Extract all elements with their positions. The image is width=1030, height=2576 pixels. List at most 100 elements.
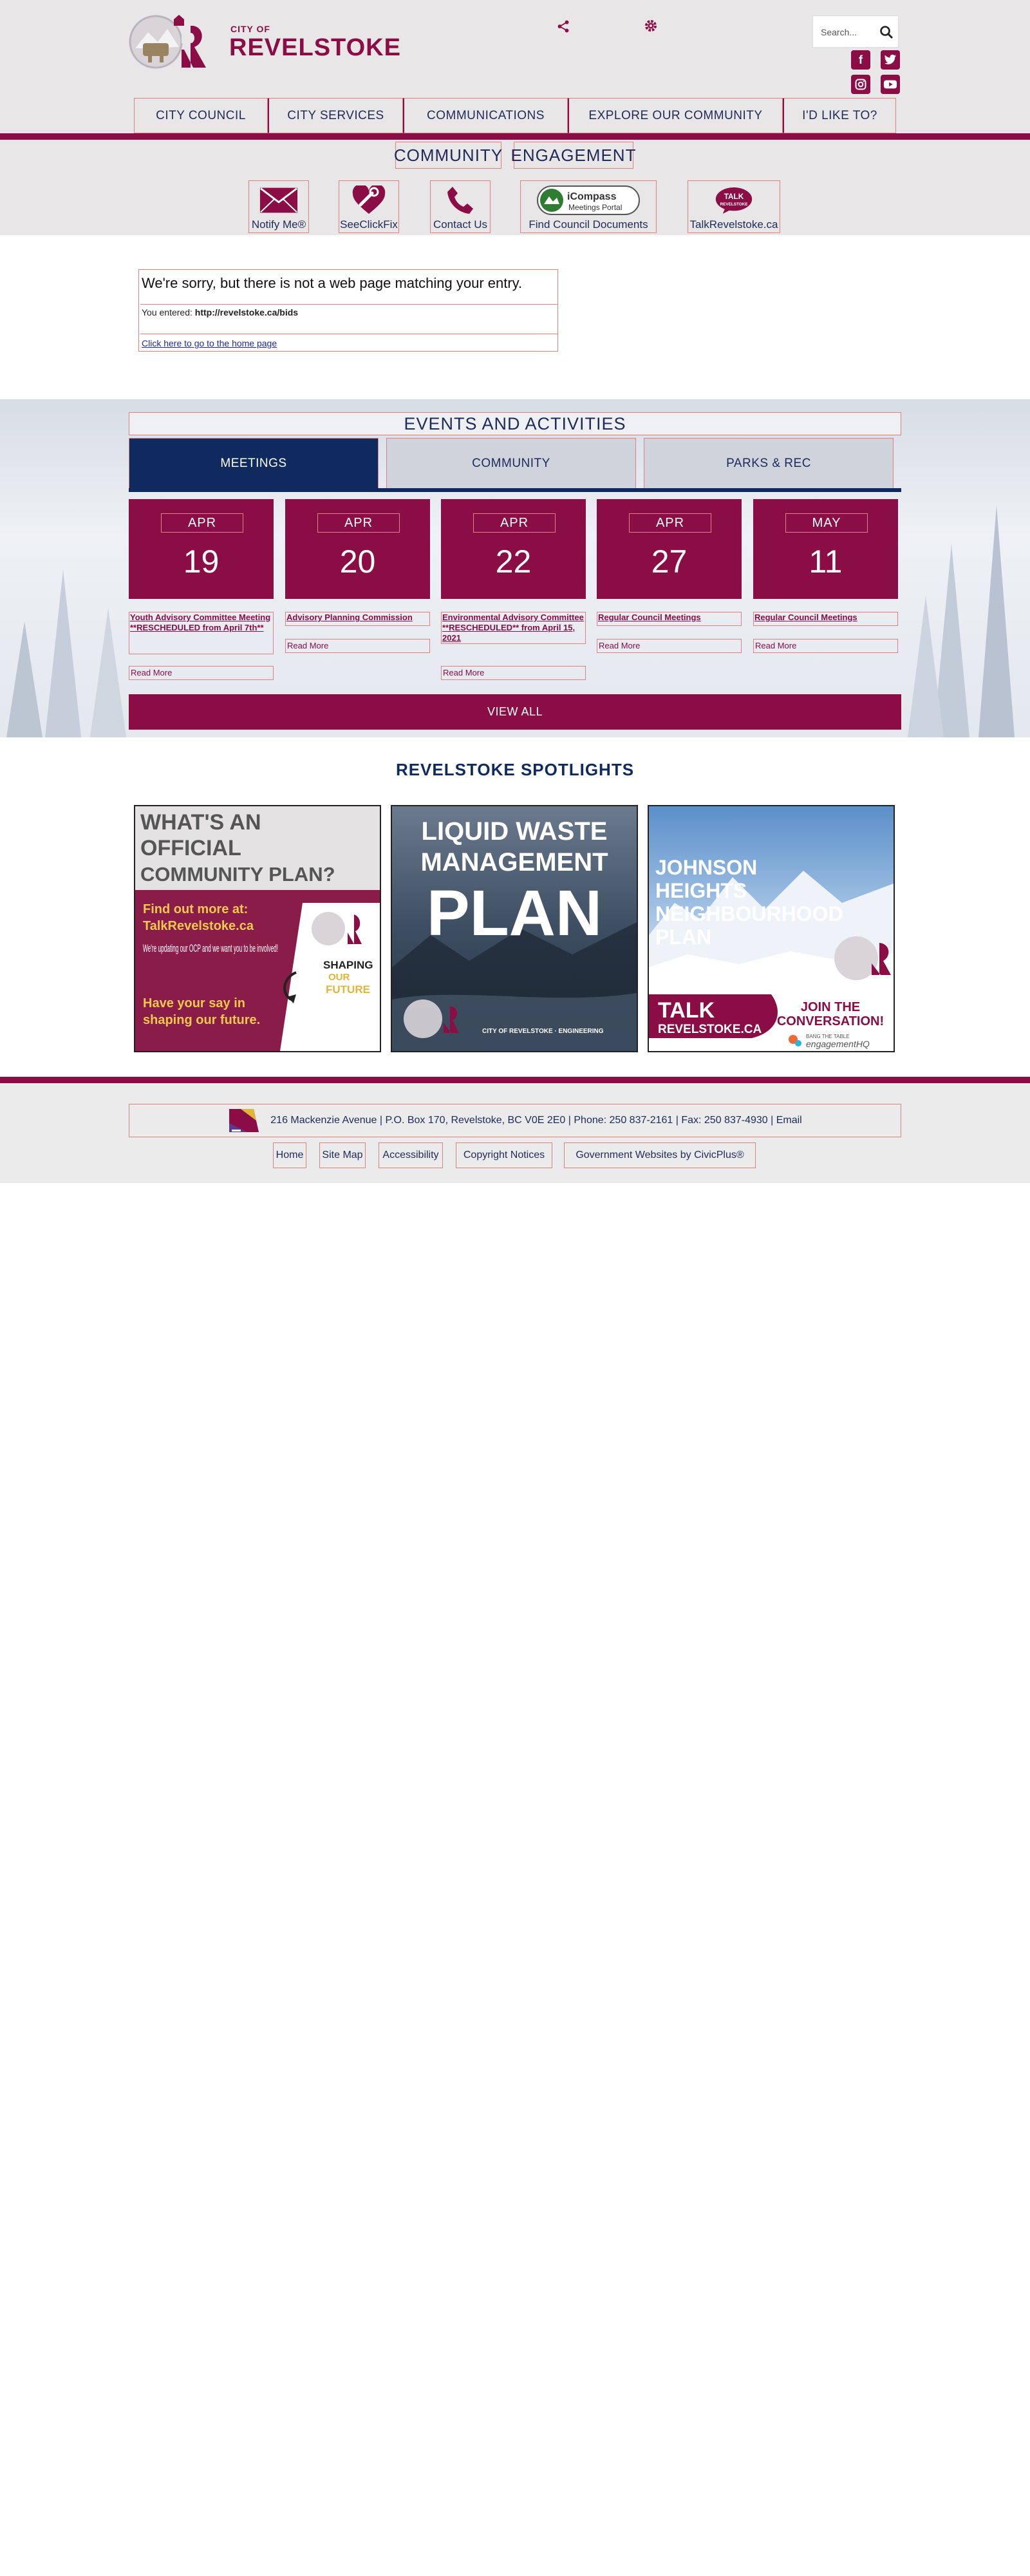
- jh-headline-4: PLAN: [655, 925, 711, 949]
- tab-community[interactable]: COMMUNITY: [386, 438, 636, 489]
- snow-tree-decoration: [45, 570, 81, 737]
- compass-icon: iCompass Meetings Portal: [536, 185, 641, 216]
- snow-tree-decoration: [908, 596, 944, 737]
- page-not-found-panel: We're sorry, but there is not a web page…: [138, 269, 558, 352]
- ocp-find-out: Find out more at:: [143, 902, 248, 916]
- ocp-headline-3: COMMUNITY PLAN?: [140, 863, 335, 886]
- footer-address: 216 Mackenzie Avenue | P.O. Box 170, Rev…: [270, 1115, 802, 1126]
- footer-logo-icon: [229, 1109, 259, 1132]
- home-page-link[interactable]: Click here to go to the home page: [140, 334, 557, 348]
- envelope-icon: [259, 185, 298, 216]
- community-heading: COMMUNITY: [394, 142, 502, 169]
- event-date-card[interactable]: APR 20: [285, 499, 430, 599]
- site-footer: 216 Mackenzie Avenue | P.O. Box 170, Rev…: [0, 1083, 1030, 1183]
- facebook-icon[interactable]: f: [851, 50, 870, 70]
- lw-headline-2: MANAGEMENT: [420, 848, 608, 876]
- youtube-icon[interactable]: [881, 75, 900, 94]
- ocp-headline-1: WHAT'S AN: [140, 810, 261, 835]
- revelstoke-logo-icon: [129, 15, 206, 69]
- read-more-link[interactable]: Read More: [129, 666, 274, 680]
- entered-label: You entered:: [142, 307, 195, 317]
- city-logo[interactable]: CITY OF REVELSTOKE: [129, 10, 406, 74]
- search-input[interactable]: [821, 25, 876, 39]
- quicklink-talkrevelstoke[interactable]: TALK REVELSTOKE TalkRevelstoke.ca: [688, 180, 780, 233]
- event-title-link[interactable]: Regular Council Meetings: [597, 612, 742, 626]
- quicklink-find-council-documents[interactable]: iCompass Meetings Portal Find Council Do…: [520, 180, 657, 233]
- ocp-cta-2: shaping our future.: [143, 1013, 260, 1027]
- ocp-body: We're updating our OCP and we want you t…: [143, 942, 278, 954]
- heart-wrench-icon: [350, 185, 388, 216]
- view-all-button[interactable]: VIEW ALL: [129, 694, 901, 730]
- event-title-link[interactable]: Advisory Planning Commission: [285, 612, 430, 626]
- engagement-heading: ENGAGEMENT: [511, 142, 635, 169]
- quicklink-notify-me[interactable]: Notify Me®: [248, 180, 309, 233]
- read-more-link[interactable]: Read More: [285, 639, 430, 653]
- read-more-link[interactable]: Read More: [441, 666, 586, 680]
- event-day: 22: [495, 544, 532, 580]
- liquid-waste-banner-image: LIQUID WASTE MANAGEMENT PLAN CITY OF REV…: [392, 806, 637, 1051]
- quicklink-contact-us[interactable]: Contact Us: [430, 180, 491, 233]
- lw-headline-3: PLAN: [427, 877, 602, 949]
- nav-explore-community[interactable]: EXPLORE OUR COMMUNITY: [568, 98, 783, 133]
- compass-badge-subtitle: Meetings Portal: [568, 203, 622, 212]
- talk-icon: TALK REVELSTOKE: [715, 185, 753, 216]
- footer-link-home[interactable]: Home: [273, 1142, 306, 1168]
- ocp-site: TalkRevelstoke.ca: [143, 919, 254, 933]
- nav-divider: [0, 133, 1030, 140]
- event-month: MAY: [785, 513, 868, 533]
- footer-link-accessibility[interactable]: Accessibility: [379, 1142, 443, 1168]
- event-month: APR: [629, 513, 711, 533]
- event-date-card[interactable]: MAY 11: [753, 499, 898, 599]
- ocp-logo-future: FUTURE: [326, 983, 370, 996]
- ocp-logo-shaping: SHAPING: [323, 959, 373, 971]
- jh-join-2: CONVERSATION!: [777, 1014, 884, 1028]
- footer-link-civicplus[interactable]: Government Websites by CivicPlus®: [564, 1142, 756, 1168]
- settings-button[interactable]: [642, 18, 659, 35]
- entered-url-row: You entered: http://revelstoke.ca/bids: [140, 305, 557, 334]
- share-button[interactable]: [555, 19, 572, 36]
- twitter-icon[interactable]: [881, 50, 900, 70]
- event-month: APR: [317, 513, 400, 533]
- footer-link-copyright[interactable]: Copyright Notices: [456, 1142, 552, 1168]
- search-box: [812, 15, 899, 48]
- read-more-link[interactable]: Read More: [753, 639, 898, 653]
- tab-underline: [129, 488, 901, 492]
- tab-parks-rec[interactable]: PARKS & REC: [644, 438, 894, 489]
- spotlight-liquid-waste-card[interactable]: LIQUID WASTE MANAGEMENT PLAN CITY OF REV…: [391, 805, 638, 1052]
- spotlight-johnson-heights-card[interactable]: JOHNSON HEIGHTS NEIGHBOURHOOD PLAN TALK …: [648, 805, 895, 1052]
- footer-contact: 216 Mackenzie Avenue | P.O. Box 170, Rev…: [129, 1104, 901, 1137]
- event-month: APR: [161, 513, 243, 533]
- event-day: 11: [809, 544, 843, 580]
- spotlight-ocp-card[interactable]: WHAT'S AN OFFICIAL COMMUNITY PLAN? Find …: [134, 805, 381, 1052]
- nav-id-like-to[interactable]: I'D LIKE TO?: [783, 98, 896, 133]
- johnson-heights-banner-image: JOHNSON HEIGHTS NEIGHBOURHOOD PLAN TALK …: [649, 806, 894, 1051]
- footer-link-site-map[interactable]: Site Map: [319, 1142, 366, 1168]
- nav-city-council[interactable]: CITY COUNCIL: [134, 98, 268, 133]
- event-title-link[interactable]: Regular Council Meetings: [753, 612, 898, 626]
- nav-communications[interactable]: COMMUNICATIONS: [403, 98, 568, 133]
- event-title-link[interactable]: Youth Advisory Committee Meeting **RESCH…: [129, 612, 274, 654]
- jh-talk-url: REVELSTOKE.CA: [658, 1023, 762, 1036]
- event-date-card[interactable]: APR 22: [441, 499, 586, 599]
- entered-url: http://revelstoke.ca/bids: [194, 307, 299, 317]
- quicklink-seeclickfix[interactable]: SeeClickFix: [339, 180, 399, 233]
- event-title-link[interactable]: Environmental Advisory Committee **RESCH…: [441, 612, 586, 644]
- event-date-card[interactable]: APR 27: [597, 499, 742, 599]
- jh-engagement-hq: engagementHQ: [806, 1039, 870, 1049]
- snow-tree-decoration: [979, 506, 1015, 737]
- logo-revelstoke: REVELSTOKE: [229, 34, 401, 61]
- event-day: 27: [651, 544, 688, 580]
- main-navigation: CITY COUNCIL CITY SERVICES COMMUNICATION…: [134, 98, 896, 133]
- read-more-link[interactable]: Read More: [597, 639, 742, 653]
- search-icon[interactable]: [879, 24, 894, 40]
- jh-headline-3: NEIGHBOURHOOD: [655, 902, 843, 925]
- event-date-card[interactable]: APR 19: [129, 499, 274, 599]
- talk-badge-title: TALK: [724, 192, 744, 201]
- quicklink-label: Notify Me®: [251, 218, 306, 231]
- footer-divider: [0, 1077, 1030, 1083]
- instagram-icon[interactable]: [851, 75, 870, 94]
- tab-meetings[interactable]: MEETINGS: [129, 438, 379, 489]
- share-icon: [557, 20, 569, 33]
- nav-city-services[interactable]: CITY SERVICES: [268, 98, 403, 133]
- events-heading: EVENTS AND ACTIVITIES: [129, 412, 901, 435]
